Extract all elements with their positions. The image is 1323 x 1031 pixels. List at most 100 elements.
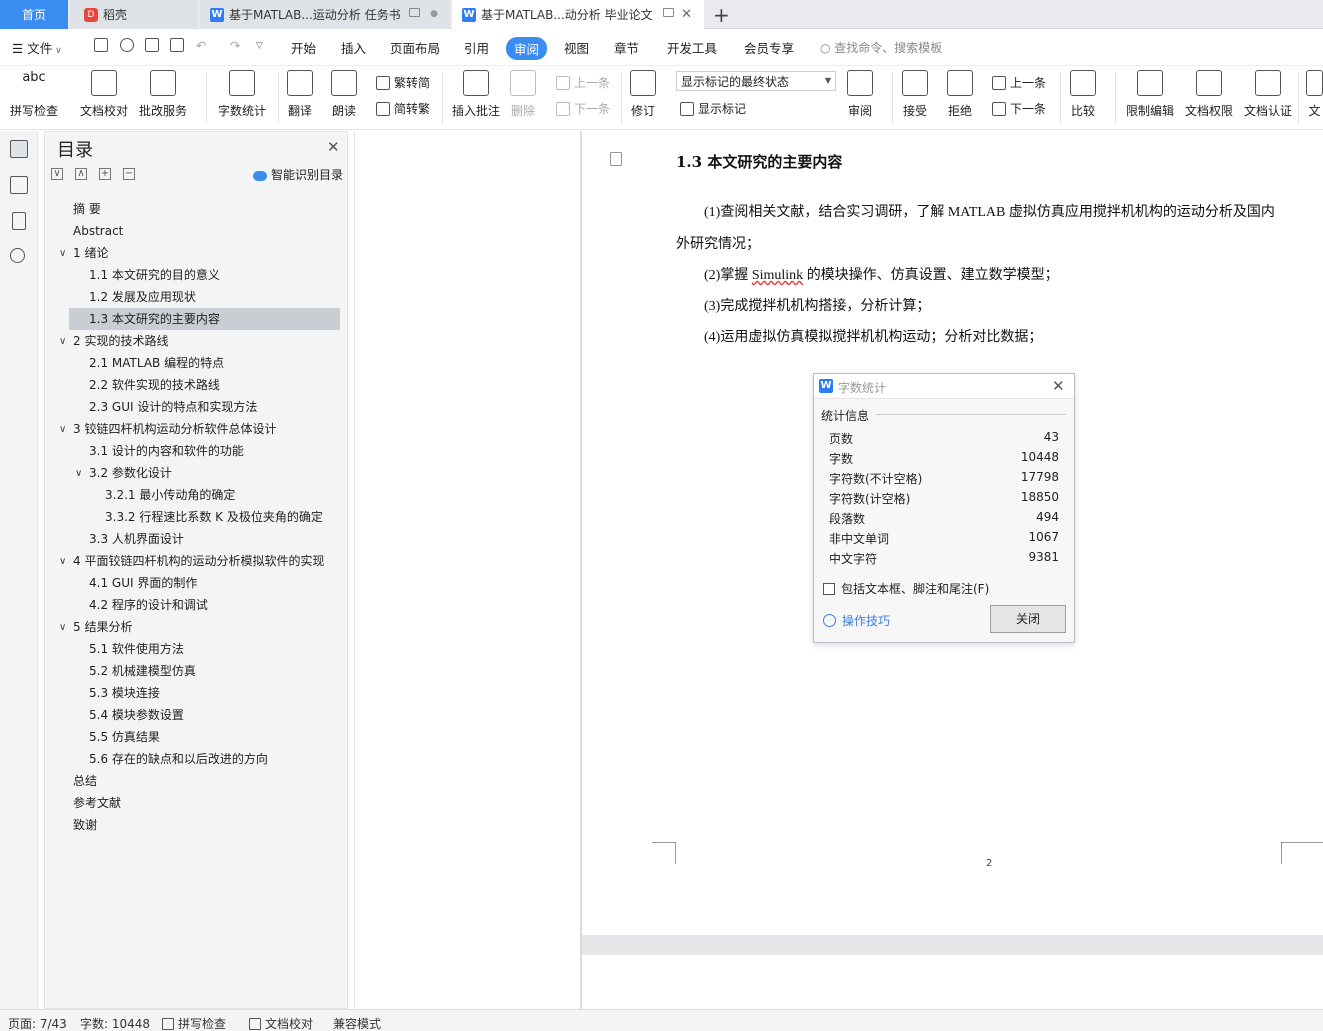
tab-document-task[interactable]: W 基于MATLAB...运动分析 任务书 ● — [200, 0, 450, 29]
menu-start[interactable]: 开始 — [291, 38, 316, 57]
section-heading[interactable]: 1.3 本文研究的主要内容 — [676, 151, 842, 172]
tab-home[interactable]: 首页 — [0, 0, 68, 29]
new-tab-button[interactable]: + — [713, 3, 730, 27]
spelling-flagged-word[interactable]: Simulink — [752, 268, 803, 283]
close-dialog-button[interactable]: 关闭 — [990, 605, 1066, 633]
toc-item-ch2[interactable]: 2 实现的技术路线 — [73, 330, 168, 352]
close-icon[interactable]: ✕ — [327, 138, 340, 156]
toc-item-3-2-1[interactable]: 3.2.1 最小传动角的确定 — [105, 484, 235, 506]
export-icon[interactable] — [120, 38, 134, 52]
toc-item-conclusion[interactable]: 总结 — [73, 770, 97, 792]
doc-check-button[interactable]: 文档校对 — [80, 70, 128, 119]
print-icon[interactable] — [145, 38, 159, 52]
tab-document-thesis[interactable]: W 基于MATLAB...动分析 毕业论文 ✕ — [452, 0, 704, 29]
chevron-down-icon[interactable]: ∨ — [59, 336, 66, 347]
toc-item-1-2[interactable]: 1.2 发展及应用现状 — [89, 286, 196, 308]
read-aloud-button[interactable]: 朗读 — [331, 70, 357, 119]
restrict-edit-button[interactable]: 限制编辑 — [1126, 70, 1174, 119]
doc-cert-button[interactable]: 文档认证 — [1244, 70, 1292, 119]
menu-review[interactable]: 审阅 — [506, 37, 548, 60]
dialog-titlebar[interactable]: W 字数统计 ✕ — [814, 374, 1074, 399]
remove-item-icon[interactable]: − — [123, 168, 135, 180]
include-textbox-checkbox[interactable]: 包括文本框、脚注和尾注(F) — [823, 580, 989, 597]
menu-references[interactable]: 引用 — [464, 38, 489, 57]
toc-item-5-1[interactable]: 5.1 软件使用方法 — [89, 638, 184, 660]
menu-insert[interactable]: 插入 — [341, 38, 366, 57]
navigation-icon[interactable] — [10, 176, 28, 194]
print-preview-icon[interactable] — [170, 38, 184, 52]
paragraph-1-line-2[interactable]: 外研究情况； — [676, 233, 760, 253]
toc-item-5-4[interactable]: 5.4 模块参数设置 — [89, 704, 184, 726]
toc-item-ch5[interactable]: 5 结果分析 — [73, 616, 132, 638]
reject-button[interactable]: 拒绝 — [947, 70, 973, 119]
chevron-down-icon[interactable]: ∨ — [59, 556, 66, 567]
next-comment-button[interactable]: 下一条 — [556, 100, 610, 117]
chevron-down-icon[interactable]: ∨ — [75, 468, 82, 479]
doc-permission-button[interactable]: 文档权限 — [1185, 70, 1233, 119]
toc-item-ch1[interactable]: 1 绪论 — [73, 242, 108, 264]
tab-daoke[interactable]: D 稻壳 — [70, 0, 198, 29]
revise-service-button[interactable]: 批改服务 — [139, 70, 187, 119]
expand-level-icon[interactable]: ∧ — [75, 168, 87, 180]
undo-icon[interactable]: ↶ — [196, 38, 206, 53]
tips-link[interactable]: 操作技巧 — [823, 612, 890, 629]
show-markup-button[interactable]: 显示标记 — [680, 100, 746, 117]
toc-item-1-3[interactable]: 1.3 本文研究的主要内容 — [69, 308, 340, 330]
smart-toc-button[interactable]: 智能识别目录 — [253, 166, 343, 183]
paragraph-1-line-1[interactable]: (1)查阅相关文献，结合实习调研，了解 MATLAB 虚拟仿真应用搅拌机机构的运… — [704, 201, 1275, 221]
menu-chapter[interactable]: 章节 — [614, 38, 639, 57]
menu-view[interactable]: 视图 — [564, 38, 589, 57]
toc-item-1-1[interactable]: 1.1 本文研究的目的意义 — [89, 264, 220, 286]
chevron-down-icon[interactable]: ∨ — [59, 248, 66, 259]
track-changes-button[interactable]: 修订 — [630, 70, 656, 119]
toc-item-2-1[interactable]: 2.1 MATLAB 编程的特点 — [89, 352, 224, 374]
collapse-all-icon[interactable]: ∨ — [51, 168, 63, 180]
toc-item-4-1[interactable]: 4.1 GUI 界面的制作 — [89, 572, 197, 594]
chevron-down-icon[interactable]: ∨ — [59, 622, 66, 633]
word-count-button[interactable]: 字数统计 — [218, 70, 266, 119]
command-search[interactable]: ○ 查找命令、搜索模板 — [820, 39, 942, 56]
quick-access-dropdown-icon[interactable]: ▽ — [256, 41, 263, 51]
menu-member[interactable]: 会员专享 — [744, 38, 794, 57]
insert-comment-button[interactable]: 插入批注 — [452, 70, 500, 119]
delete-comment-button[interactable]: 删除 — [510, 70, 536, 119]
add-item-icon[interactable]: + — [99, 168, 111, 180]
toc-item-3-3-2[interactable]: 3.3.2 行程速比系数 K 及极位夹角的确定 — [105, 506, 323, 528]
review-pane-button[interactable]: 审阅 — [847, 70, 873, 119]
toc-item-ch4[interactable]: 4 平面铰链四杆机构的运动分析模拟软件的实现 — [73, 550, 329, 572]
toc-item-4-2[interactable]: 4.2 程序的设计和调试 — [89, 594, 208, 616]
spellcheck-button[interactable]: abc 拼写检查 — [10, 70, 58, 119]
menu-developer[interactable]: 开发工具 — [667, 38, 717, 57]
save-icon[interactable] — [94, 38, 108, 52]
toc-item-3-1[interactable]: 3.1 设计的内容和软件的功能 — [89, 440, 244, 462]
toc-item-abstract-en[interactable]: Abstract — [73, 220, 123, 242]
menu-page-layout[interactable]: 页面布局 — [390, 38, 440, 57]
toc-item-5-5[interactable]: 5.5 仿真结果 — [89, 726, 160, 748]
toc-item-2-2[interactable]: 2.2 软件实现的技术路线 — [89, 374, 220, 396]
toc-item-3-2[interactable]: 3.2 参数化设计 — [89, 462, 172, 484]
accept-button[interactable]: 接受 — [902, 70, 928, 119]
toc-icon[interactable] — [10, 140, 28, 158]
markup-state-select[interactable]: 显示标记的最终状态 ▼ — [676, 71, 836, 91]
close-icon[interactable]: ✕ — [1052, 377, 1065, 395]
toc-item-2-3[interactable]: 2.3 GUI 设计的特点和实现方法 — [89, 396, 257, 418]
status-spellcheck[interactable]: 拼写检查 — [162, 1015, 226, 1031]
paragraph-3[interactable]: (3)完成搅拌机机构搭接，分析计算； — [704, 295, 930, 315]
paragraph-2[interactable]: (2)掌握 Simulink 的模块操作、仿真设置、建立数学模型； — [704, 264, 1059, 284]
next-change-button[interactable]: 下一条 — [992, 100, 1046, 117]
toc-item-acknowledgements[interactable]: 致谢 — [73, 814, 97, 836]
word-count-indicator[interactable]: 字数: 10448 — [80, 1015, 150, 1031]
toc-item-ch3[interactable]: 3 铰链四杆机构运动分析软件总体设计 — [73, 418, 276, 440]
bookmark-icon[interactable] — [12, 212, 26, 230]
close-tab-icon[interactable]: ✕ — [681, 7, 692, 22]
toc-item-abstract-cn[interactable]: 摘 要 — [73, 198, 101, 220]
status-doc-check[interactable]: 文档校对 — [249, 1015, 313, 1031]
prev-change-button[interactable]: 上一条 — [992, 74, 1046, 91]
page-indicator[interactable]: 页面: 7/43 — [8, 1015, 67, 1031]
translate-button[interactable]: 翻译 — [287, 70, 313, 119]
toc-item-5-6[interactable]: 5.6 存在的缺点和以后改进的方向 — [89, 748, 268, 770]
prev-comment-button[interactable]: 上一条 — [556, 74, 610, 91]
more-ribbon-button[interactable]: 文 — [1306, 70, 1323, 119]
file-menu[interactable]: ☰ 文件 ∨ — [12, 38, 62, 57]
toc-item-5-3[interactable]: 5.3 模块连接 — [89, 682, 160, 704]
